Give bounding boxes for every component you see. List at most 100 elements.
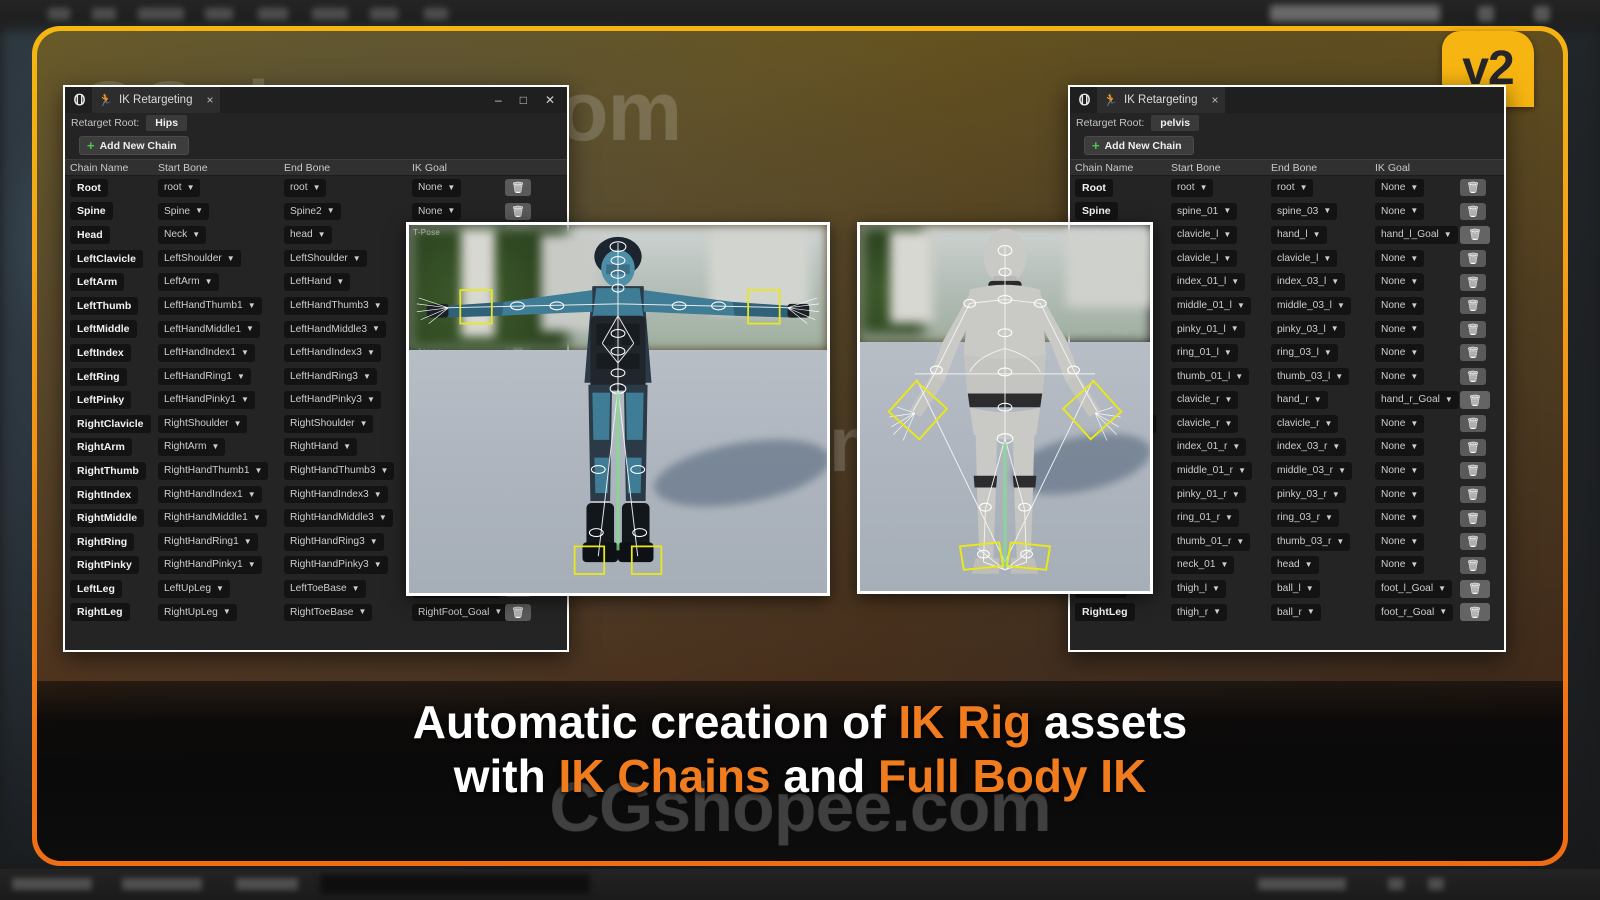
start-bone-dropdown[interactable]: neck_01 ▼ [1171,556,1235,575]
ik-goal-dropdown[interactable]: None ▼ [1375,202,1425,221]
end-bone-dropdown[interactable]: thumb_03_l ▼ [1271,367,1350,386]
tab-ik-retargeting[interactable]: 🏃 IK Retargeting × [92,87,221,113]
menu-item-blurred[interactable] [258,8,288,20]
end-bone-dropdown[interactable]: RightToeBase ▼ [284,603,373,622]
minimize-icon[interactable]: – [495,94,502,106]
end-bone-dropdown[interactable]: hand_r ▼ [1271,391,1328,409]
start-bone-dropdown[interactable]: LeftHandRing1 ▼ [158,367,251,386]
end-bone-dropdown[interactable]: LeftHandPinky3 ▼ [284,391,381,409]
delete-chain-button[interactable]: 🗑 [1460,391,1490,410]
start-bone-dropdown[interactable]: ring_01_l ▼ [1171,344,1238,362]
ik-goal-dropdown[interactable]: RightFoot_Goal ▼ [412,603,509,622]
start-bone-dropdown[interactable]: clavicle_l ▼ [1171,226,1238,244]
start-bone-dropdown[interactable]: pinky_01_l ▼ [1171,320,1245,339]
ik-goal-dropdown[interactable]: None ▼ [1375,320,1425,339]
ik-goal-dropdown[interactable]: None ▼ [1375,344,1425,362]
ik-goal-dropdown[interactable]: None ▼ [1375,485,1425,504]
delete-chain-button[interactable]: 🗑 [1460,250,1486,268]
menu-item-blurred[interactable] [370,8,398,20]
ik-goal-dropdown[interactable]: None ▼ [412,202,462,221]
start-bone-dropdown[interactable]: LeftHandThumb1 ▼ [158,296,262,315]
menu-item-blurred[interactable] [48,8,70,20]
delete-chain-button[interactable]: 🗑 [1460,415,1486,433]
start-bone-dropdown[interactable]: RightHandThumb1 ▼ [158,462,269,480]
delete-chain-button[interactable]: 🗑 [1460,438,1486,456]
editor-menu-bar[interactable] [0,0,1600,29]
menu-item-blurred[interactable] [312,8,348,20]
delete-chain-button[interactable]: 🗑 [1460,368,1486,386]
end-bone-dropdown[interactable]: index_03_l ▼ [1271,273,1346,292]
start-bone-dropdown[interactable]: pinky_01_r ▼ [1171,485,1246,504]
end-bone-dropdown[interactable]: root ▼ [1271,178,1314,197]
end-bone-dropdown[interactable]: RightHandThumb3 ▼ [284,462,395,480]
end-bone-dropdown[interactable]: ring_03_r ▼ [1271,509,1339,527]
delete-chain-button[interactable]: 🗑 [1460,344,1486,362]
start-bone-dropdown[interactable]: thigh_l ▼ [1171,580,1226,598]
tab-close-icon[interactable]: × [1211,93,1218,107]
end-bone-dropdown[interactable]: head ▼ [284,226,332,244]
start-bone-dropdown[interactable]: index_01_l ▼ [1171,273,1246,292]
table-row[interactable]: Root root ▼ root ▼ None ▼ 🗑 [1070,176,1504,200]
delete-chain-button[interactable]: 🗑 [1460,320,1486,338]
start-bone-dropdown[interactable]: root ▼ [158,178,201,197]
end-bone-dropdown[interactable]: index_03_r ▼ [1271,438,1347,457]
end-bone-dropdown[interactable]: LeftHand ▼ [284,273,351,292]
delete-chain-button[interactable]: 🗑 [1460,179,1486,197]
delete-chain-button[interactable]: 🗑 [1460,603,1490,622]
tab-close-icon[interactable]: × [206,93,213,107]
delete-chain-button[interactable]: 🗑 [505,603,531,621]
ik-goal-dropdown[interactable]: None ▼ [1375,296,1425,315]
start-bone-dropdown[interactable]: thigh_r ▼ [1171,603,1228,622]
delete-chain-button[interactable]: 🗑 [1460,556,1486,574]
editor-search-field[interactable] [1270,5,1440,22]
menu-item-blurred[interactable] [424,8,448,20]
start-bone-dropdown[interactable]: root ▼ [1171,178,1214,197]
add-new-chain-button[interactable]: + Add New Chain [79,136,189,155]
end-bone-dropdown[interactable]: Spine2 ▼ [284,202,341,221]
ik-goal-dropdown[interactable]: None ▼ [1375,249,1425,268]
retarget-root-value[interactable]: Hips [146,115,188,131]
ik-goal-dropdown[interactable]: foot_r_Goal ▼ [1375,603,1454,622]
ik-goal-dropdown[interactable]: None ▼ [1375,532,1425,551]
start-bone-dropdown[interactable]: RightHandPinky1 ▼ [158,556,262,575]
delete-chain-button[interactable]: 🗑 [1460,462,1486,480]
start-bone-dropdown[interactable]: LeftShoulder ▼ [158,249,241,268]
delete-chain-button[interactable]: 🗑 [1460,486,1486,504]
status-chip-blurred[interactable] [236,878,298,890]
start-bone-dropdown[interactable]: spine_01 ▼ [1171,202,1238,221]
editor-account-icon[interactable] [1534,6,1550,22]
ik-goal-dropdown[interactable]: hand_l_Goal ▼ [1375,226,1458,244]
delete-chain-button[interactable]: 🗑 [1460,225,1490,244]
table-row[interactable]: RightLeg thigh_r ▼ ball_r ▼ foot_r_Goal ▼ 🗑 [1070,601,1504,625]
close-icon[interactable]: ✕ [545,94,555,106]
delete-chain-button[interactable]: 🗑 [1460,273,1486,291]
end-bone-dropdown[interactable]: RightHandIndex3 ▼ [284,485,388,504]
end-bone-dropdown[interactable]: middle_03_r ▼ [1271,462,1352,480]
retarget-root-value[interactable]: pelvis [1151,115,1200,131]
ik-goal-dropdown[interactable]: None ▼ [1375,178,1425,197]
start-bone-dropdown[interactable]: Spine ▼ [158,202,209,221]
delete-chain-button[interactable]: 🗑 [505,179,531,197]
menu-item-blurred[interactable] [138,8,184,20]
end-bone-dropdown[interactable]: thumb_03_r ▼ [1271,532,1351,551]
ik-goal-dropdown[interactable]: hand_r_Goal ▼ [1375,391,1459,409]
delete-chain-button[interactable]: 🗑 [505,202,531,220]
end-bone-dropdown[interactable]: hand_l ▼ [1271,226,1327,244]
start-bone-dropdown[interactable]: RightShoulder ▼ [158,414,248,433]
end-bone-dropdown[interactable]: head ▼ [1271,556,1319,575]
ik-goal-dropdown[interactable]: foot_l_Goal ▼ [1375,580,1453,598]
end-bone-dropdown[interactable]: LeftToeBase ▼ [284,580,366,598]
end-bone-dropdown[interactable]: clavicle_l ▼ [1271,249,1338,268]
end-bone-dropdown[interactable]: ball_r ▼ [1271,603,1321,622]
delete-chain-button[interactable]: 🗑 [1460,579,1490,598]
end-bone-dropdown[interactable]: LeftHandThumb3 ▼ [284,296,388,315]
table-row[interactable]: RightLeg RightUpLeg ▼ RightToeBase ▼ RightFoo… [65,601,567,625]
start-bone-dropdown[interactable]: RightHandRing1 ▼ [158,532,258,551]
table-row[interactable]: Spine spine_01 ▼ spine_03 ▼ None ▼ 🗑 [1070,200,1504,224]
source-character-viewport[interactable]: T-Pose [406,222,830,596]
ik-goal-dropdown[interactable]: None ▼ [1375,462,1425,480]
end-bone-dropdown[interactable]: RightHandPinky3 ▼ [284,556,388,575]
end-bone-dropdown[interactable]: LeftHandMiddle3 ▼ [284,320,386,339]
start-bone-dropdown[interactable]: RightHandIndex1 ▼ [158,485,262,504]
delete-chain-button[interactable]: 🗑 [1460,509,1486,527]
